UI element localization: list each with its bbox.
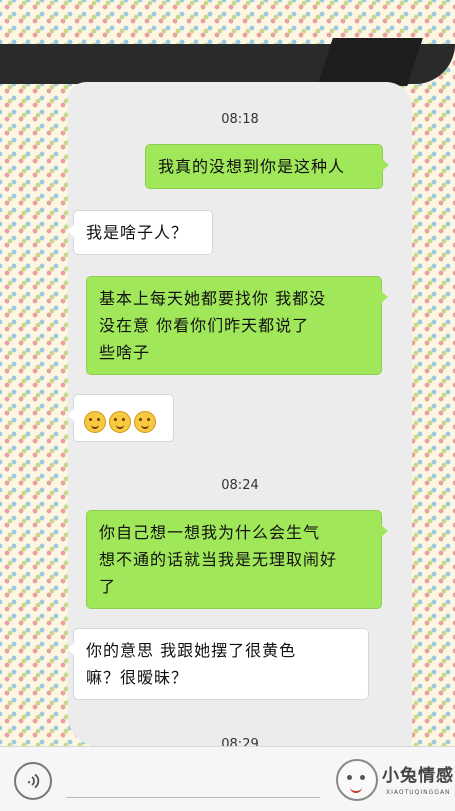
timestamp: 08:29 [221, 737, 259, 746]
message-text-line: 想不通的话就当我是无理取闹好 [99, 550, 338, 569]
chat-area[interactable]: 08:18 我真的没想到你是这种人 我是啥子人？ 基本上每天她都要找你 我都没 … [68, 82, 412, 746]
message-text-line: 了 [99, 577, 117, 596]
message-text-line: 些啥子 [99, 343, 151, 362]
message-text: 我是啥子人？ [86, 223, 189, 242]
message-text-line: 没在意 你看你们昨天都说了 [99, 316, 310, 335]
watermark-subtitle: XIAOTUQINGGAN [386, 789, 451, 796]
timestamp: 08:24 [221, 478, 259, 493]
rabbit-logo-icon [336, 759, 378, 801]
message-bubble-incoming[interactable]: 你的意思 我跟她摆了很黄色 嘛？很暧昧？ [68, 628, 369, 700]
timestamp: 08:18 [221, 112, 259, 127]
message-bubble-outgoing[interactable]: 你自己想一想我为什么会生气 想不通的话就当我是无理取闹好 了 [86, 510, 388, 609]
flushed-face-emoji [109, 410, 131, 433]
flushed-face-emoji [84, 410, 106, 433]
message-text: 我真的没想到你是这种人 [158, 157, 346, 176]
voice-icon[interactable] [14, 762, 52, 800]
message-bubble-outgoing[interactable]: 我真的没想到你是这种人 [145, 144, 389, 189]
message-input[interactable] [66, 765, 320, 798]
top-dark-band [0, 44, 455, 84]
message-text-line: 你的意思 我跟她摆了很黄色 [86, 641, 297, 660]
message-bubble-incoming[interactable] [68, 394, 174, 442]
message-bubble-incoming[interactable]: 我是啥子人？ [68, 210, 213, 255]
watermark-title: 小兔情感 [382, 766, 454, 786]
input-bar: 小兔情感 XIAOTUQINGGAN [0, 746, 455, 811]
message-bubble-outgoing[interactable]: 基本上每天她都要找你 我都没 没在意 你看你们昨天都说了 些啥子 [86, 276, 388, 375]
message-text-line: 嘛？很暧昧？ [86, 668, 189, 687]
message-text-line: 基本上每天她都要找你 我都没 [99, 289, 327, 308]
watermark-logo: 小兔情感 XIAOTUQINGGAN [336, 755, 453, 805]
message-text-line: 你自己想一想我为什么会生气 [99, 523, 321, 542]
flushed-face-emoji [134, 410, 156, 433]
